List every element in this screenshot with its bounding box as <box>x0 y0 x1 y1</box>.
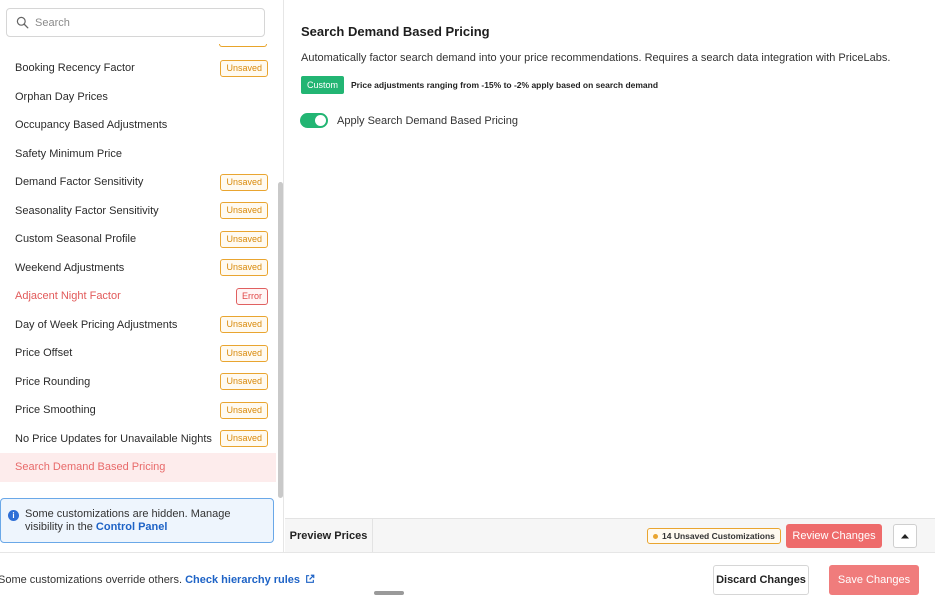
preview-bar: Preview Prices 14 Unsaved Customizations… <box>285 518 935 553</box>
customization-list: Booking Recency Factor Unsaved Orphan Day … <box>0 54 276 482</box>
external-link-icon <box>306 574 315 583</box>
search-input[interactable] <box>35 16 255 29</box>
sidebar-item[interactable]: Adjacent Night Factor Error <box>0 282 276 311</box>
sidebar-item-label: Custom Seasonal Profile <box>15 233 137 246</box>
sidebar: Booking Recency Factor Unsaved Orphan Day … <box>0 0 284 552</box>
unsaved-count-badge[interactable]: 14 Unsaved Customizations <box>647 528 781 544</box>
sidebar-item-label: Price Offset <box>15 347 73 360</box>
sidebar-item-label: Orphan Day Prices <box>15 90 108 103</box>
toggle-knob <box>315 115 326 126</box>
sidebar-item-label: Price Rounding <box>15 375 91 388</box>
search-icon <box>16 16 29 29</box>
hierarchy-note-text: Some customizations override others. <box>0 574 183 586</box>
detail-panel: Search Demand Based Pricing Automaticall… <box>285 0 935 518</box>
sidebar-item-label: Safety Minimum Price <box>15 147 122 160</box>
unsaved-badge: Unsaved <box>220 344 268 362</box>
review-changes-button[interactable]: Review Changes <box>786 524 882 548</box>
apply-toggle-row: Apply Search Demand Based Pricing <box>300 113 518 128</box>
sidebar-item-label: Search Demand Based Pricing <box>15 461 166 474</box>
apply-toggle[interactable] <box>300 113 328 128</box>
sidebar-item[interactable]: Demand Factor Sensitivity Unsaved <box>0 168 276 197</box>
sidebar-item[interactable]: Custom Seasonal Profile Unsaved <box>0 225 276 254</box>
sidebar-item-label: Occupancy Based Adjustments <box>15 119 168 132</box>
save-changes-button[interactable]: Save Changes <box>829 565 919 595</box>
sidebar-item[interactable]: No Price Updates for Unavailable Nights U… <box>0 425 276 454</box>
sidebar-item[interactable]: Safety Minimum Price <box>0 140 276 169</box>
custom-summary-text: Price adjustments ranging from -15% to -… <box>351 80 659 90</box>
sidebar-item-label: No Price Updates for Unavailable Nights <box>15 432 212 445</box>
apply-toggle-label: Apply Search Demand Based Pricing <box>337 114 518 127</box>
unsaved-badge: Unsaved <box>220 202 268 220</box>
search-box[interactable] <box>6 8 265 37</box>
page-description: Automatically factor search demand into … <box>301 52 891 64</box>
sidebar-item-label: Demand Factor Sensitivity <box>15 176 144 189</box>
info-icon: i <box>8 510 19 521</box>
sidebar-item[interactable]: Weekend Adjustments Unsaved <box>0 254 276 283</box>
control-panel-link[interactable]: Control Panel <box>96 521 168 533</box>
hierarchy-note: Some customizations override others. Che… <box>0 574 315 586</box>
sidebar-item[interactable]: Orphan Day Prices <box>0 83 276 112</box>
unsaved-badge: Unsaved <box>220 59 268 77</box>
sidebar-item-label: Weekend Adjustments <box>15 261 125 274</box>
sidebar-item[interactable]: Day of Week Pricing Adjustments Unsaved <box>0 311 276 340</box>
sidebar-item-label: Adjacent Night Factor <box>15 290 121 303</box>
error-badge: Error <box>236 287 268 305</box>
sidebar-scrollbar[interactable] <box>278 182 283 498</box>
unsaved-count-text: 14 Unsaved Customizations <box>662 531 775 541</box>
sidebar-item[interactable]: Search Demand Based Pricing <box>0 453 276 482</box>
sidebar-item[interactable]: Price Smoothing Unsaved <box>0 396 276 425</box>
hidden-customizations-notice: i Some customizations are hidden. Manage… <box>0 498 274 543</box>
unsaved-badge: Unsaved <box>220 173 268 191</box>
unsaved-badge: Unsaved <box>220 230 268 248</box>
sidebar-item-label: Price Smoothing <box>15 404 96 417</box>
hierarchy-rules-link[interactable]: Check hierarchy rules <box>185 574 315 586</box>
sidebar-item[interactable]: Booking Recency Factor Unsaved <box>0 54 276 83</box>
sidebar-item[interactable]: Price Offset Unsaved <box>0 339 276 368</box>
page-title: Search Demand Based Pricing <box>301 24 490 39</box>
sidebar-item-label: Seasonality Factor Sensitivity <box>15 204 159 217</box>
sidebar-item[interactable]: Occupancy Based Adjustments <box>0 111 276 140</box>
footer: Some customizations override others. Che… <box>0 552 935 608</box>
unsaved-badge: Unsaved <box>220 430 268 448</box>
unsaved-badge: Unsaved <box>220 373 268 391</box>
sidebar-item[interactable]: Seasonality Factor Sensitivity Unsaved <box>0 197 276 226</box>
hierarchy-rules-link-text: Check hierarchy rules <box>185 574 301 586</box>
unsaved-badge: Unsaved <box>220 259 268 277</box>
sidebar-item-label: Day of Week Pricing Adjustments <box>15 318 178 331</box>
custom-tag: Custom <box>301 76 345 94</box>
unsaved-badge: Unsaved <box>220 316 268 334</box>
custom-summary: Custom Price adjustments ranging from -1… <box>301 76 658 94</box>
unsaved-badge: Unsaved <box>220 401 268 419</box>
discard-changes-button[interactable]: Discard Changes <box>713 565 809 595</box>
drag-handle[interactable] <box>374 591 404 595</box>
sidebar-item-label: Booking Recency Factor <box>15 62 135 75</box>
sidebar-item[interactable]: Price Rounding Unsaved <box>0 368 276 397</box>
preview-prices-tab[interactable]: Preview Prices <box>285 519 373 553</box>
caret-up-icon <box>901 534 909 539</box>
expand-panel-button[interactable] <box>893 524 917 548</box>
partial-badge <box>219 44 267 47</box>
unsaved-dot-icon <box>653 533 658 539</box>
